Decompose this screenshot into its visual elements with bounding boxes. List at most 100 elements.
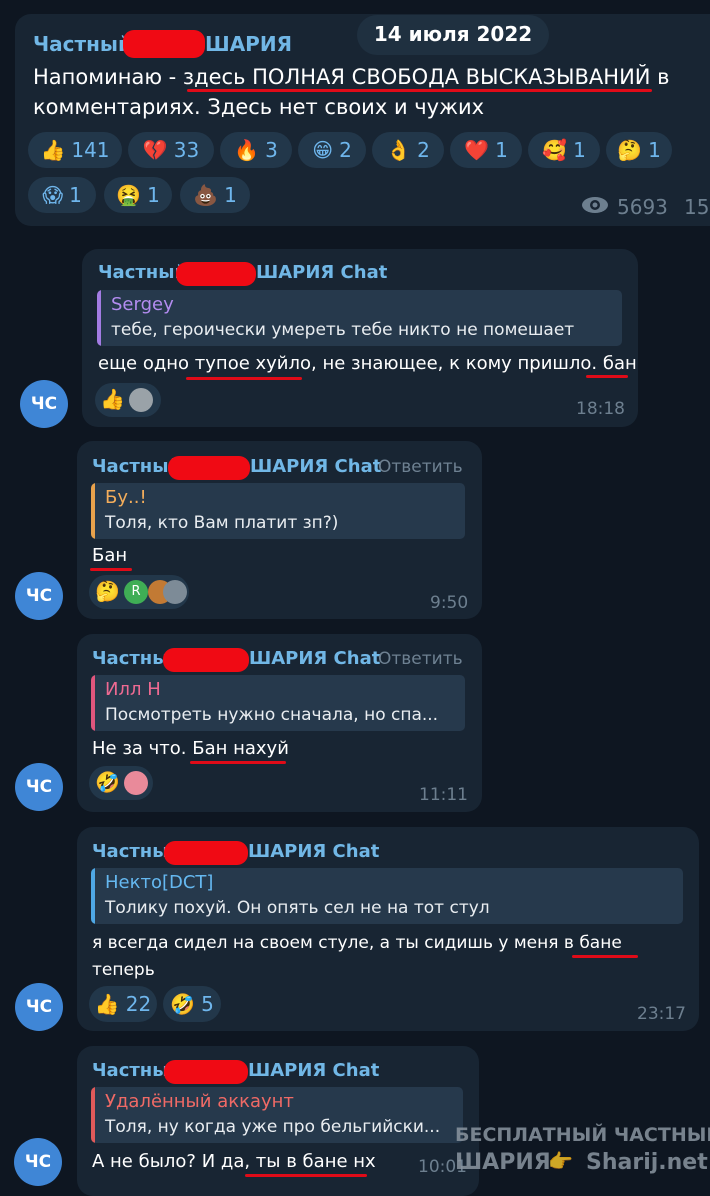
redaction-mark [168, 456, 250, 480]
reaction-count: 1 [648, 138, 661, 162]
post-underline [187, 89, 652, 92]
reaction-count: 1 [147, 183, 160, 207]
reaction-count: 1 [224, 183, 237, 207]
reaction-chip[interactable]: 🔥 3 [220, 132, 292, 168]
reactor-avatar [163, 580, 187, 604]
reaction-chip[interactable]: 💔 33 [128, 132, 214, 168]
reaction-count: 2 [417, 138, 430, 162]
date-badge-text: 14 июля 2022 [373, 22, 533, 46]
quote-bar [91, 483, 95, 539]
post-text-line1: Напоминаю - здесь ПОЛНАЯ СВОБОДА ВЫСКАЗЫ… [33, 65, 670, 89]
reaction-chip[interactable]: 💩 1 [180, 177, 250, 213]
avatar[interactable]: ЧС [15, 763, 63, 811]
text-underline [586, 375, 628, 378]
reaction-chip[interactable]: 👍 22 [89, 986, 157, 1022]
comment-time: 18:18 [576, 399, 625, 419]
redaction-mark [163, 648, 249, 672]
reply-quote[interactable]: Илл Н Посмотреть нужно сначала, но спа..… [91, 675, 465, 731]
quote-bar [91, 1087, 95, 1143]
reaction-chip[interactable]: 🤮 1 [104, 177, 172, 213]
comment-sender-suffix[interactable]: ШАРИЯ Chat [248, 1060, 379, 1081]
reaction-chip[interactable]: 😁 2 [298, 132, 366, 168]
reaction-count: 22 [125, 992, 152, 1016]
reaction-emoji-icon: 🔥 [234, 138, 260, 162]
reaction-emoji-icon: 🥰 [542, 138, 568, 162]
watermark-line2-left: ШАРИЯ [455, 1150, 551, 1175]
comment-sender-suffix[interactable]: ШАРИЯ Chat [249, 648, 380, 669]
reaction-count: 3 [265, 138, 278, 162]
reaction-emoji-icon: 😁 [312, 138, 334, 162]
avatar[interactable]: ЧС [20, 380, 68, 428]
channel-name-prefix[interactable]: Частный [33, 32, 132, 56]
comment-time: 9:50 [430, 593, 469, 613]
reply-quote[interactable]: Некто[DCT] Толику похуй. Он опять сел не… [91, 868, 683, 924]
comment-text-line2: теперь [92, 960, 155, 980]
quote-text: Посмотреть нужно сначала, но спа... [105, 705, 439, 725]
reaction-chip[interactable]: 🥰 1 [528, 132, 600, 168]
comment-sender-prefix[interactable]: Частный [98, 262, 187, 283]
comment-text: Не за что. Бан нахуй [92, 738, 289, 759]
text-underline [190, 761, 286, 764]
reply-quote[interactable]: Удалённый аккаунт Толя, ну когда уже про… [91, 1087, 463, 1143]
redaction-mark [176, 262, 256, 286]
reaction-emoji-icon: 🤔 [617, 138, 643, 162]
comment-time: 11:11 [419, 785, 468, 805]
comment-sender-suffix[interactable]: ШАРИЯ Chat [256, 262, 387, 283]
watermark-line1: БЕСПЛАТНЫЙ ЧАСТНЫЙ [455, 1124, 710, 1146]
reaction-emoji-icon: 👍 [94, 992, 120, 1016]
reaction-emoji-icon: 😱 [42, 183, 64, 207]
quote-author: Sergey [111, 294, 174, 315]
quote-text: Толя, ну когда уже про бельгийски... [105, 1117, 441, 1137]
reaction-count: 2 [339, 138, 352, 162]
watermark-line2-right: Sharij.net [586, 1150, 708, 1175]
comment-sender-suffix[interactable]: ШАРИЯ Chat [250, 456, 381, 477]
thumbs-up-icon: 👍 [100, 387, 125, 411]
comment-text: еще одно тупое хуйло, не знающее, к кому… [98, 353, 637, 374]
reaction-chip[interactable]: 👍 141 [28, 132, 122, 168]
pointing-hand-icon: 👉 [548, 1149, 573, 1173]
reaction-chip[interactable]: 😱 1 [28, 177, 96, 213]
redaction-mark [123, 30, 205, 58]
reaction-emoji-icon: 💩 [193, 183, 219, 207]
quote-bar [91, 868, 95, 924]
redaction-mark [164, 841, 248, 865]
reply-quote[interactable]: Sergey тебе, героически умереть тебе ник… [97, 290, 622, 346]
post-text-line2: комментариях. Здесь нет своих и чужих [33, 95, 485, 119]
reaction-emoji-icon: 👌 [386, 138, 412, 162]
text-underline [186, 377, 302, 380]
quote-author: Удалённый аккаунт [105, 1091, 294, 1112]
reaction-emoji-icon: 🤮 [116, 183, 142, 207]
avatar[interactable]: ЧС [15, 983, 63, 1031]
reply-button[interactable]: Ответить [378, 457, 463, 477]
reaction-chip[interactable]: 🤣 5 [163, 986, 221, 1022]
text-underline [90, 568, 132, 571]
reaction-emoji-icon: 👍 [40, 138, 66, 162]
reaction-count: 5 [201, 992, 214, 1016]
reactor-avatar [124, 771, 148, 795]
text-underline [245, 1174, 367, 1177]
reaction-count: 1 [495, 138, 508, 162]
thinking-face-icon: 🤔 [95, 579, 120, 603]
avatar[interactable]: ЧС [14, 1138, 62, 1186]
avatar[interactable]: ЧС [15, 572, 63, 620]
reactor-avatar [129, 388, 153, 412]
reaction-chip[interactable]: 👌 2 [372, 132, 444, 168]
reaction-count: 141 [71, 138, 110, 162]
reply-button[interactable]: Ответить [378, 649, 463, 669]
post-time: 15 [684, 195, 710, 219]
comment-sender-suffix[interactable]: ШАРИЯ Chat [248, 841, 379, 862]
reaction-chip[interactable]: ❤️ 1 [450, 132, 522, 168]
reactor-avatar: R [124, 580, 148, 604]
reply-quote[interactable]: Бу..! Толя, кто Вам платит зп?) [91, 483, 465, 539]
comment-text-line1: я всегда сидел на своем стуле, а ты сиди… [92, 933, 622, 953]
comment-time: 23:17 [637, 1004, 686, 1024]
quote-bar [91, 675, 95, 731]
channel-name-suffix[interactable]: ШАРИЯ [205, 32, 292, 56]
reaction-emoji-icon: 🤣 [170, 992, 196, 1016]
quote-text: Толя, кто Вам платит зп?) [105, 513, 339, 533]
quote-author: Некто[DCT] [105, 872, 214, 893]
reaction-emoji-icon: ❤️ [464, 138, 490, 162]
quote-author: Илл Н [105, 679, 161, 700]
reaction-chip[interactable]: 🤔 1 [606, 132, 672, 168]
views-count: 5693 [617, 195, 668, 219]
